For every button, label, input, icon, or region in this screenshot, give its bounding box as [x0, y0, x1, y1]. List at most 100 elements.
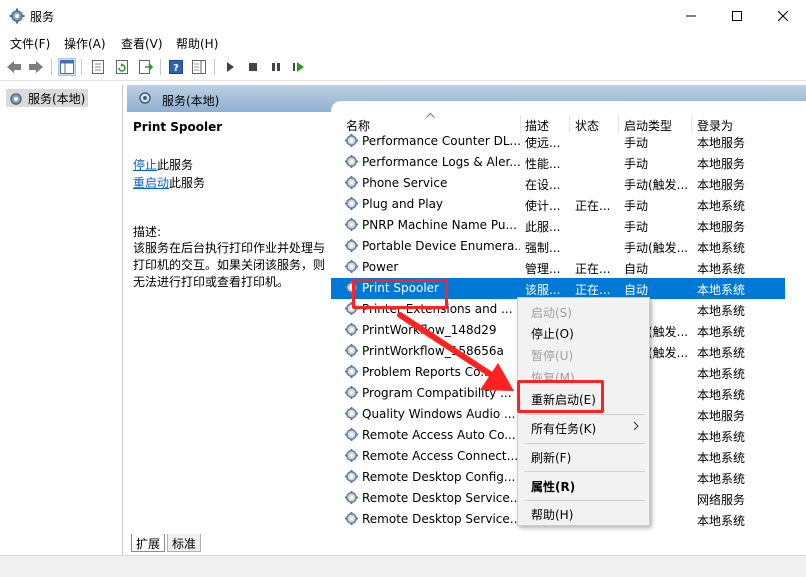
service-gear-icon [344, 259, 359, 277]
tree-item-services-local[interactable]: 服务(本地) [6, 89, 89, 107]
console-tree: 服务(本地) [0, 85, 123, 577]
menu-item-stop[interactable]: 停止(O) [531, 325, 574, 342]
minimize-button[interactable] [668, 0, 714, 31]
service-actions: 停止此服务 重启动此服务 [133, 156, 205, 192]
toolbar-separator [51, 59, 52, 75]
properties-toolbar-button[interactable] [89, 58, 107, 76]
menu-separator [524, 414, 645, 415]
table-row[interactable]: PNRP Machine Name Pu... 此服... 手动 本地服务 [331, 215, 785, 236]
menu-file[interactable]: 文件(F) [10, 35, 50, 52]
forward-button[interactable] [27, 58, 45, 76]
cell-logon-as: 本地系统 [697, 346, 746, 360]
table-row[interactable]: Portable Device Enumera... 强制... 手动(触发... 本… [331, 236, 785, 257]
service-gear-icon [344, 511, 359, 529]
maximize-button[interactable] [714, 0, 760, 31]
menu-separator [524, 471, 645, 472]
service-gear-icon [344, 133, 359, 151]
cell-name: Problem Reports Co... [362, 365, 492, 379]
export-list-icon [139, 60, 153, 74]
cell-status: 正在... [575, 262, 611, 276]
menu-item-all-tasks[interactable]: 所有任务(K) [531, 420, 596, 437]
pause-icon [272, 63, 280, 71]
start-service-button[interactable] [221, 58, 239, 76]
action-pane-button[interactable] [190, 58, 208, 76]
menu-view[interactable]: 查看(V) [121, 35, 163, 52]
stop-service-button[interactable] [244, 58, 262, 76]
stop-icon [249, 63, 257, 71]
menu-item-help[interactable]: 帮助(H) [531, 506, 573, 523]
cell-logon-as: 本地系统 [697, 283, 746, 297]
service-gear-icon [344, 448, 359, 466]
toolbar: ? [0, 53, 806, 81]
gear-icon [9, 8, 25, 27]
cell-logon-as: 本地系统 [697, 514, 746, 528]
cell-name: Remote Desktop Config... [362, 470, 516, 484]
service-gear-icon [344, 322, 359, 340]
table-row[interactable]: Phone Service 在设... 手动(触发... 本地服务 [331, 173, 785, 194]
service-gear-icon [344, 406, 359, 424]
cell-logon-as: 本地服务 [697, 157, 746, 171]
table-row[interactable]: Performance Logs & Aler... 性能... 手动 本地服务 [331, 152, 785, 173]
service-gear-icon [344, 343, 359, 361]
column-header: 名称 描述 状态 启动类型 登录为 [331, 101, 806, 133]
service-gear-icon [344, 217, 359, 235]
restart-service-button[interactable] [290, 58, 308, 76]
tree-item-label: 服务(本地) [28, 92, 86, 106]
cell-startup-type: 自动 [624, 283, 649, 297]
close-icon [778, 10, 788, 21]
cell-startup-type: 手动(触发... [624, 178, 689, 192]
cell-description: 该服... [525, 283, 561, 297]
help-toolbar-button[interactable]: ? [167, 58, 185, 76]
refresh-toolbar-button[interactable] [113, 58, 131, 76]
export-toolbar-button[interactable] [137, 58, 155, 76]
services-window: 服务 文件(F) 操作(A) 查看(V) 帮助(H) ? 服务(本地) 服务(本… [0, 0, 806, 577]
cell-logon-as: 本地服务 [697, 178, 746, 192]
cell-status: 正在... [575, 199, 611, 213]
cell-name: Plug and Play [362, 197, 444, 211]
svg-text:?: ? [173, 63, 179, 74]
cell-name: Performance Counter DL... [362, 134, 520, 148]
cell-name: Performance Logs & Aler... [362, 155, 520, 169]
cell-name: Remote Access Auto Co... [362, 428, 516, 442]
forward-arrow-icon [29, 61, 43, 73]
stop-service-link[interactable]: 停止 [133, 158, 157, 172]
tab-extended[interactable]: 扩展 [131, 534, 166, 552]
menu-item-pause[interactable]: 暂停(U) [531, 347, 573, 364]
cell-logon-as: 本地系统 [697, 472, 746, 486]
status-bar [0, 555, 806, 577]
submenu-arrow-icon [633, 420, 639, 434]
show-tree-button[interactable] [58, 58, 76, 76]
cell-logon-as: 本地系统 [697, 451, 746, 465]
cell-description: 使远... [525, 136, 561, 150]
menu-help[interactable]: 帮助(H) [176, 35, 218, 52]
window-title: 服务 [30, 10, 55, 24]
menu-action[interactable]: 操作(A) [64, 35, 106, 52]
tab-standard[interactable]: 标准 [167, 534, 202, 552]
cell-logon-as: 本地服务 [697, 409, 746, 423]
menu-separator [524, 443, 645, 444]
main-pane: 服务(本地) Print Spooler 停止此服务 重启动此服务 描述: 该服… [127, 85, 806, 555]
menu-separator [524, 500, 645, 501]
highlight-box-restart [517, 380, 604, 413]
menu-item-start[interactable]: 启动(S) [531, 304, 572, 321]
cell-name: Remote Desktop Service... [362, 491, 520, 505]
table-row[interactable]: Plug and Play 使计... 正在... 手动 本地系统 [331, 194, 785, 215]
pause-service-button[interactable] [267, 58, 285, 76]
back-button[interactable] [5, 58, 23, 76]
cell-description: 使计... [525, 199, 561, 213]
refresh-icon [116, 60, 128, 74]
restart-play-icon [293, 62, 304, 72]
menu-item-refresh[interactable]: 刷新(F) [531, 449, 571, 466]
cell-startup-type: 自动 [624, 262, 649, 276]
service-details: Print Spooler 停止此服务 重启动此服务 描述: 该服务在后台执行打… [127, 112, 331, 553]
restart-service-link[interactable]: 重启动 [133, 176, 169, 190]
stop-link-suffix: 此服务 [157, 158, 194, 172]
action-pane-icon [192, 60, 206, 74]
table-row[interactable]: Performance Counter DL... 使远... 手动 本地服务 [331, 131, 785, 152]
menu-item-properties[interactable]: 属性(R) [531, 478, 575, 495]
table-row[interactable]: Power 管理... 正在... 自动 本地系统 [331, 257, 785, 278]
cell-logon-as: 本地系统 [697, 304, 746, 318]
cell-logon-as: 本地系统 [697, 325, 746, 339]
close-button[interactable] [760, 0, 806, 31]
cell-name: PNRP Machine Name Pu... [362, 218, 517, 232]
